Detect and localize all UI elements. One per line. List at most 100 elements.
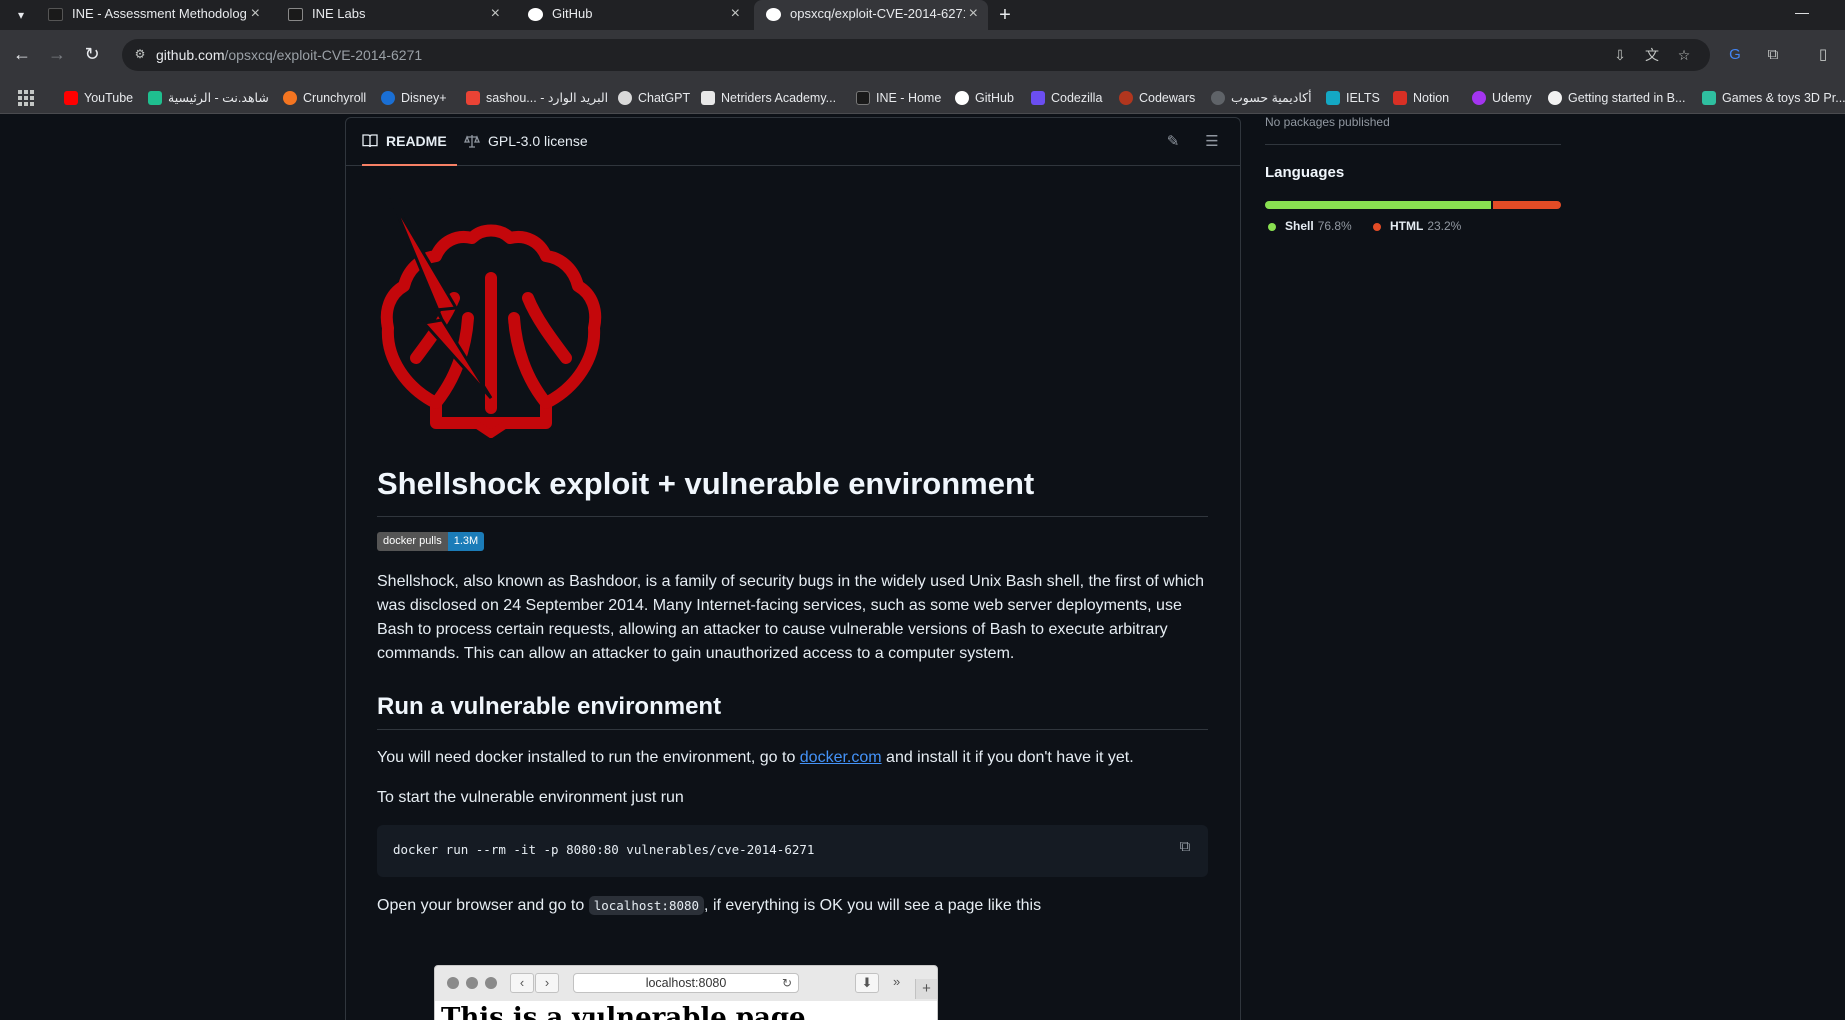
mini-page: This is a vulnerable page bbox=[435, 1001, 937, 1020]
close-icon[interactable]: × bbox=[969, 0, 978, 28]
apps-grid-icon[interactable] bbox=[18, 90, 34, 106]
edit-pencil-icon[interactable]: ✎ bbox=[1163, 132, 1183, 152]
tab-active-repo[interactable]: opsxcq/exploit-CVE-2014-6271 × bbox=[754, 0, 988, 30]
badge-value: 1.3M bbox=[447, 532, 485, 551]
scale-icon bbox=[464, 135, 480, 148]
bookmark-label: Crunchyroll bbox=[303, 91, 367, 105]
mini-reload-icon: ↻ bbox=[781, 976, 792, 990]
window-dot-icon bbox=[485, 977, 497, 989]
languages-heading: Languages bbox=[1265, 164, 1345, 181]
bookmark-getting-started[interactable]: Getting started in B... bbox=[1548, 89, 1685, 107]
open-text-post: , if everything is OK you will see a pag… bbox=[704, 897, 1042, 914]
bookmark-chatgpt[interactable]: ChatGPT bbox=[618, 89, 690, 107]
tab-readme[interactable]: README bbox=[362, 118, 457, 166]
codezilla-icon bbox=[1031, 91, 1045, 105]
bookmark-github[interactable]: GitHub bbox=[955, 89, 1014, 107]
docker-text-pre: You will need docker installed to run th… bbox=[377, 749, 800, 766]
bookmark-youtube[interactable]: YouTube bbox=[64, 89, 133, 107]
bookmark-label: Disney+ bbox=[401, 91, 447, 105]
medium-icon bbox=[1548, 91, 1562, 105]
tab-search-dropdown[interactable]: ▾ bbox=[10, 5, 32, 25]
mini-forward-icon: › bbox=[535, 973, 559, 993]
install-app-icon[interactable]: ⇩ bbox=[1610, 45, 1630, 65]
languages-bar bbox=[1265, 201, 1561, 209]
docker-pulls-badge[interactable]: docker pulls 1.3M bbox=[377, 532, 485, 551]
browser-toolbar: ← → ↻ ⚙ github.com/opsxcq/exploit-CVE-20… bbox=[0, 30, 1845, 82]
language-name: HTML bbox=[1390, 219, 1424, 233]
readme-panel: README GPL-3.0 license ✎ ☰ Shellshock ex… bbox=[345, 117, 1241, 1020]
gmail-icon bbox=[466, 91, 480, 105]
ine-favicon-icon bbox=[288, 8, 303, 21]
tab-license-label: GPL-3.0 license bbox=[488, 133, 588, 149]
bookmark-label: Netriders Academy... bbox=[721, 91, 837, 105]
bookmark-codewars[interactable]: Codewars bbox=[1119, 89, 1195, 107]
bookmark-udemy[interactable]: Udemy bbox=[1472, 89, 1532, 107]
packages-note: No packages published bbox=[1265, 115, 1390, 129]
language-html[interactable]: HTML 23.2% bbox=[1370, 219, 1461, 233]
tab-title: INE Labs bbox=[312, 6, 366, 21]
bookmark-disney[interactable]: Disney+ bbox=[381, 89, 447, 107]
minimize-icon[interactable]: — bbox=[1795, 4, 1809, 20]
close-icon[interactable]: × bbox=[251, 0, 260, 28]
mini-page-text: This is a vulnerable page bbox=[441, 1003, 806, 1020]
docker-text-post: and install it if you don't have it yet. bbox=[881, 749, 1134, 766]
bookmarks-bar: YouTube شاهد.نت - الرئيسية Crunchyroll D… bbox=[0, 82, 1845, 114]
side-panel-icon[interactable]: ▯ bbox=[1812, 44, 1834, 66]
outline-list-icon[interactable]: ☰ bbox=[1202, 132, 1222, 152]
title-divider bbox=[377, 516, 1208, 517]
start-paragraph: To start the vulnerable environment just… bbox=[377, 789, 684, 806]
window-dot-icon bbox=[447, 977, 459, 989]
reload-icon[interactable]: ↻ bbox=[80, 42, 104, 66]
new-tab-button[interactable]: + bbox=[993, 3, 1017, 27]
bookmark-hsoub[interactable]: أكاديمية حسوب bbox=[1211, 89, 1312, 107]
bookmark-notion[interactable]: Notion bbox=[1393, 89, 1449, 107]
close-icon[interactable]: × bbox=[731, 0, 740, 28]
bookmark-codezilla[interactable]: Codezilla bbox=[1031, 89, 1102, 107]
shell-dot-icon bbox=[1268, 223, 1276, 231]
ine-icon bbox=[856, 91, 870, 105]
language-shell[interactable]: Shell 76.8% bbox=[1265, 219, 1352, 233]
html-dot-icon bbox=[1373, 223, 1381, 231]
back-arrow-icon[interactable]: ← bbox=[10, 42, 34, 66]
bookmark-shahid[interactable]: شاهد.نت - الرئيسية bbox=[148, 89, 269, 107]
bookmark-ine-home[interactable]: INE - Home bbox=[856, 89, 941, 107]
bookmark-label: أكاديمية حسوب bbox=[1231, 91, 1312, 105]
language-percent: 23.2% bbox=[1427, 219, 1462, 233]
tab-ine-assessment[interactable]: INE - Assessment Methodologies × bbox=[36, 0, 270, 30]
address-bar[interactable]: ⚙ github.com/opsxcq/exploit-CVE-2014-627… bbox=[122, 39, 1710, 71]
url-path: /opsxcq/exploit-CVE-2014-6271 bbox=[224, 47, 423, 63]
close-icon[interactable]: × bbox=[491, 0, 500, 28]
docker-paragraph: You will need docker installed to run th… bbox=[377, 746, 1208, 770]
url-text[interactable]: github.com/opsxcq/exploit-CVE-2014-6271 bbox=[156, 47, 422, 63]
site-info-icon[interactable]: ⚙ bbox=[132, 46, 148, 62]
code-command[interactable]: docker run --rm -it -p 8080:80 vulnerabl… bbox=[393, 842, 814, 857]
bookmark-games-toys[interactable]: Games & toys 3D Pr... bbox=[1702, 89, 1845, 107]
badge-label: docker pulls bbox=[377, 532, 448, 551]
google-translate-extension-icon[interactable]: G bbox=[1724, 44, 1746, 66]
tab-ine-labs[interactable]: INE Labs × bbox=[276, 0, 510, 30]
bookmark-netriders[interactable]: Netriders Academy... bbox=[701, 89, 836, 107]
window-dot-icon bbox=[466, 977, 478, 989]
forward-arrow-icon[interactable]: → bbox=[45, 42, 69, 66]
inline-code-localhost: localhost:8080 bbox=[588, 896, 705, 915]
translate-icon[interactable]: 文 bbox=[1642, 45, 1662, 65]
mini-plus-icon: + bbox=[915, 979, 937, 999]
book-icon bbox=[362, 134, 378, 148]
mini-download-icon: ⬇ bbox=[855, 973, 879, 993]
extensions-puzzle-icon[interactable]: ⧉ bbox=[1762, 44, 1784, 66]
screenshot-image: ‹ › localhost:8080 ↻ ⬇ » + This is a vuln… bbox=[434, 965, 938, 1020]
tab-license[interactable]: GPL-3.0 license bbox=[464, 118, 588, 166]
bookmark-gmail[interactable]: sashou... - البريد الوارد bbox=[466, 89, 608, 107]
docker-link[interactable]: docker.com bbox=[800, 749, 882, 766]
tab-github[interactable]: GitHub × bbox=[516, 0, 750, 30]
games-icon bbox=[1702, 91, 1716, 105]
bookmark-star-icon[interactable]: ☆ bbox=[1674, 45, 1694, 65]
copy-icon[interactable]: ⧉ bbox=[1176, 838, 1194, 856]
bookmark-label: ChatGPT bbox=[638, 91, 691, 105]
ine-favicon-icon bbox=[48, 8, 63, 21]
page-content: README GPL-3.0 license ✎ ☰ Shellshock ex… bbox=[0, 115, 1845, 1020]
bookmark-ielts[interactable]: IELTS bbox=[1326, 89, 1380, 107]
language-percent: 76.8% bbox=[1317, 219, 1352, 233]
language-name: Shell bbox=[1285, 219, 1314, 233]
bookmark-crunchyroll[interactable]: Crunchyroll bbox=[283, 89, 366, 107]
